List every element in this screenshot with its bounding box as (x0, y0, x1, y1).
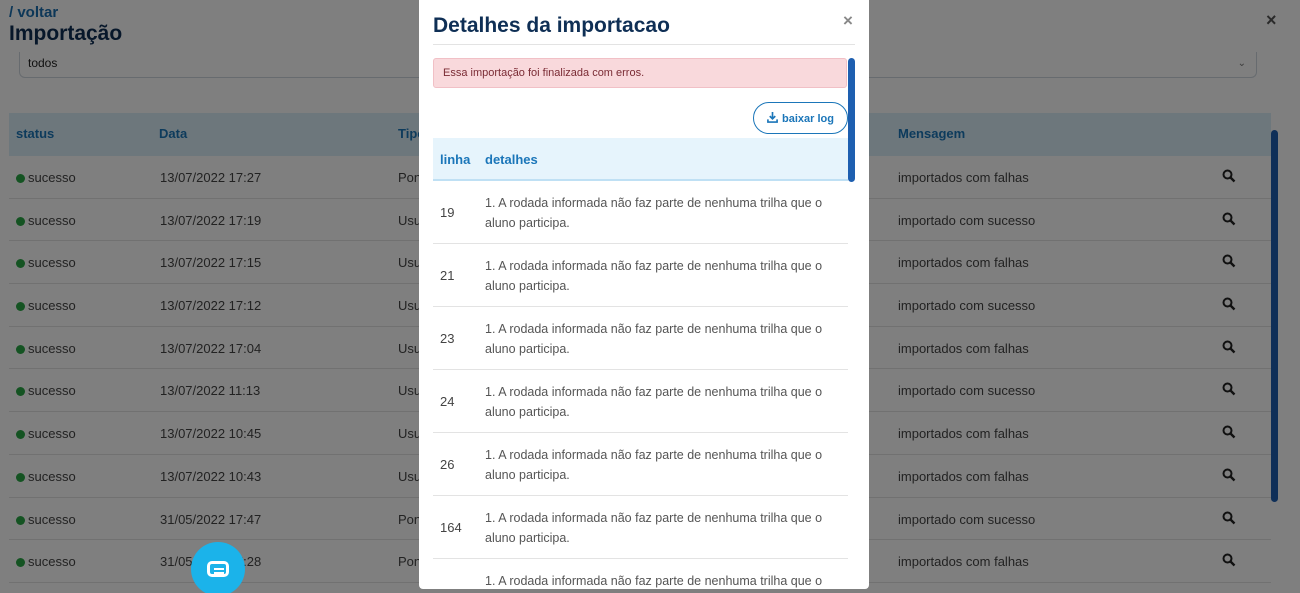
chat-icon (207, 561, 229, 577)
divider (433, 44, 855, 45)
table-row: 24 1. A rodada informada não faz parte de… (433, 370, 848, 433)
line-number: 23 (440, 331, 455, 346)
line-number: 26 (440, 457, 455, 472)
table-row: 26 1. A rodada informada não faz parte de… (433, 433, 848, 496)
table-row: 1. A rodada informada não faz parte de n… (433, 559, 848, 589)
line-detail: 1. A rodada informada não faz parte de n… (485, 448, 823, 482)
table-row: 21 1. A rodada informada não faz parte de… (433, 244, 848, 307)
details-table-header: linha detalhes (433, 138, 848, 181)
close-icon[interactable]: × (843, 11, 853, 31)
modal-title: Detalhes da importacao (433, 14, 670, 37)
line-number: 19 (440, 205, 455, 220)
download-log-button[interactable]: baixar log (753, 102, 848, 134)
download-icon (767, 111, 778, 123)
download-log-label: baixar log (782, 112, 834, 125)
line-number: 21 (440, 268, 455, 283)
line-detail: 1. A rodada informada não faz parte de n… (485, 385, 823, 419)
line-number: 24 (440, 394, 455, 409)
line-detail: 1. A rodada informada não faz parte de n… (485, 322, 823, 356)
table-row: 164 1. A rodada informada não faz parte d… (433, 496, 848, 559)
table-row: 19 1. A rodada informada não faz parte de… (433, 181, 848, 244)
modal-scrollbar[interactable] (848, 58, 855, 182)
line-detail: 1. A rodada informada não faz parte de n… (485, 574, 823, 588)
header-linha: linha (440, 152, 471, 167)
import-details-modal: Detalhes da importacao × Essa importação… (419, 0, 869, 589)
header-detalhes: detalhes (485, 152, 538, 167)
line-number: 164 (440, 520, 462, 535)
chat-button[interactable] (191, 542, 245, 593)
line-detail: 1. A rodada informada não faz parte de n… (485, 511, 823, 545)
details-table: linha detalhes 19 1. A rodada informada n… (433, 138, 848, 589)
table-row: 23 1. A rodada informada não faz parte de… (433, 307, 848, 370)
line-detail: 1. A rodada informada não faz parte de n… (485, 259, 823, 293)
error-alert: Essa importação foi finalizada com erros… (433, 58, 847, 88)
line-detail: 1. A rodada informada não faz parte de n… (485, 196, 823, 230)
